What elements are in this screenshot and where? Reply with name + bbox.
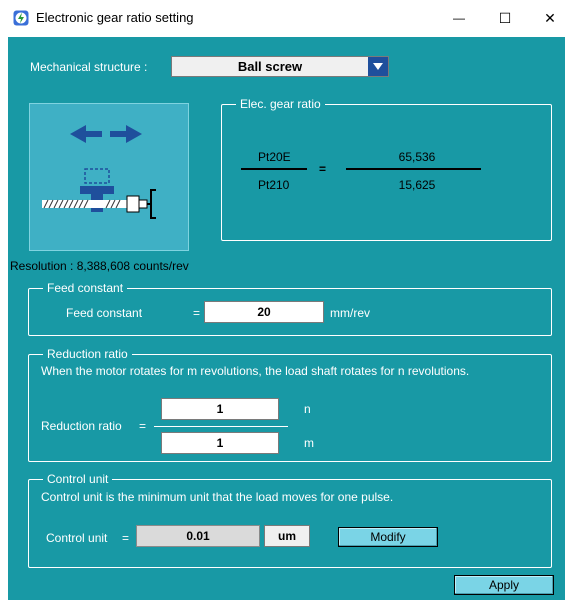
close-button[interactable]: ✕ — [527, 4, 573, 32]
reduction-ratio-description: When the motor rotates for m revolutions… — [41, 364, 470, 378]
reduction-n-label: n — [304, 402, 311, 416]
reduction-ratio-label: Reduction ratio — [41, 419, 122, 433]
minimize-button[interactable]: — — [436, 4, 482, 32]
dialog-client-area: Mechanical structure : Ball screw Elec. … — [8, 37, 565, 600]
ball-screw-diagram-icon — [42, 125, 156, 219]
minimize-icon: — — [453, 11, 465, 25]
resolution-text: Resolution : 8,388,608 counts/rev — [10, 259, 189, 273]
control-unit-unit-box: um — [264, 525, 310, 547]
reduction-ratio-title: Reduction ratio — [43, 347, 132, 361]
gear-ratio-window: Electronic gear ratio setting — ☐ ✕ Mech… — [0, 0, 573, 605]
control-unit-title: Control unit — [43, 472, 113, 486]
window-title: Electronic gear ratio setting — [36, 10, 194, 25]
close-icon: ✕ — [544, 9, 556, 26]
gear-equals-sign: = — [319, 162, 327, 176]
reduction-m-input[interactable]: 1 — [161, 432, 279, 454]
maximize-icon: ☐ — [498, 9, 512, 26]
reduction-fraction-line — [154, 426, 288, 427]
control-unit-equals-sign: = — [122, 531, 130, 545]
denominator-value: 15,625 — [398, 178, 436, 192]
control-unit-label: Control unit — [46, 531, 108, 545]
control-unit-group: Control unit Control unit is the minimum… — [28, 472, 552, 568]
mechanical-structure-dropdown[interactable]: Ball screw — [171, 56, 389, 77]
param-fraction-line — [241, 168, 307, 170]
apply-button[interactable]: Apply — [454, 575, 554, 595]
mechanical-structure-value: Ball screw — [237, 59, 303, 74]
ball-screw-illustration — [29, 103, 189, 251]
elec-gear-ratio-group: Elec. gear ratio Pt20E Pt210 = 65,536 15… — [221, 97, 552, 241]
denominator-param-label: Pt210 — [258, 178, 290, 192]
feed-constant-title: Feed constant — [43, 281, 128, 295]
mechanical-structure-label: Mechanical structure : — [30, 60, 148, 74]
reduction-ratio-group: Reduction ratio When the motor rotates f… — [28, 347, 552, 462]
app-icon — [13, 10, 29, 26]
value-fraction-line — [346, 168, 481, 170]
feed-constant-label: Feed constant — [66, 306, 143, 320]
chevron-down-icon[interactable] — [368, 57, 388, 76]
control-unit-description: Control unit is the minimum unit that th… — [41, 490, 394, 504]
numerator-value: 65,536 — [398, 150, 436, 164]
maximize-button[interactable]: ☐ — [482, 4, 528, 32]
modify-button[interactable]: Modify — [338, 527, 438, 547]
feed-equals-sign: = — [193, 306, 201, 320]
reduction-m-label: m — [304, 436, 314, 450]
feed-constant-unit: mm/rev — [330, 306, 370, 320]
numerator-param-label: Pt20E — [258, 150, 291, 164]
reduction-n-input[interactable]: 1 — [161, 398, 279, 420]
title-bar: Electronic gear ratio setting — ☐ ✕ — [0, 0, 573, 36]
reduction-equals-sign: = — [139, 419, 147, 433]
feed-constant-input[interactable]: 20 — [204, 301, 324, 323]
control-unit-value: 0.01 — [136, 525, 260, 547]
elec-gear-ratio-title: Elec. gear ratio — [236, 97, 325, 111]
feed-constant-group: Feed constant Feed constant = 20 mm/rev — [28, 281, 552, 336]
